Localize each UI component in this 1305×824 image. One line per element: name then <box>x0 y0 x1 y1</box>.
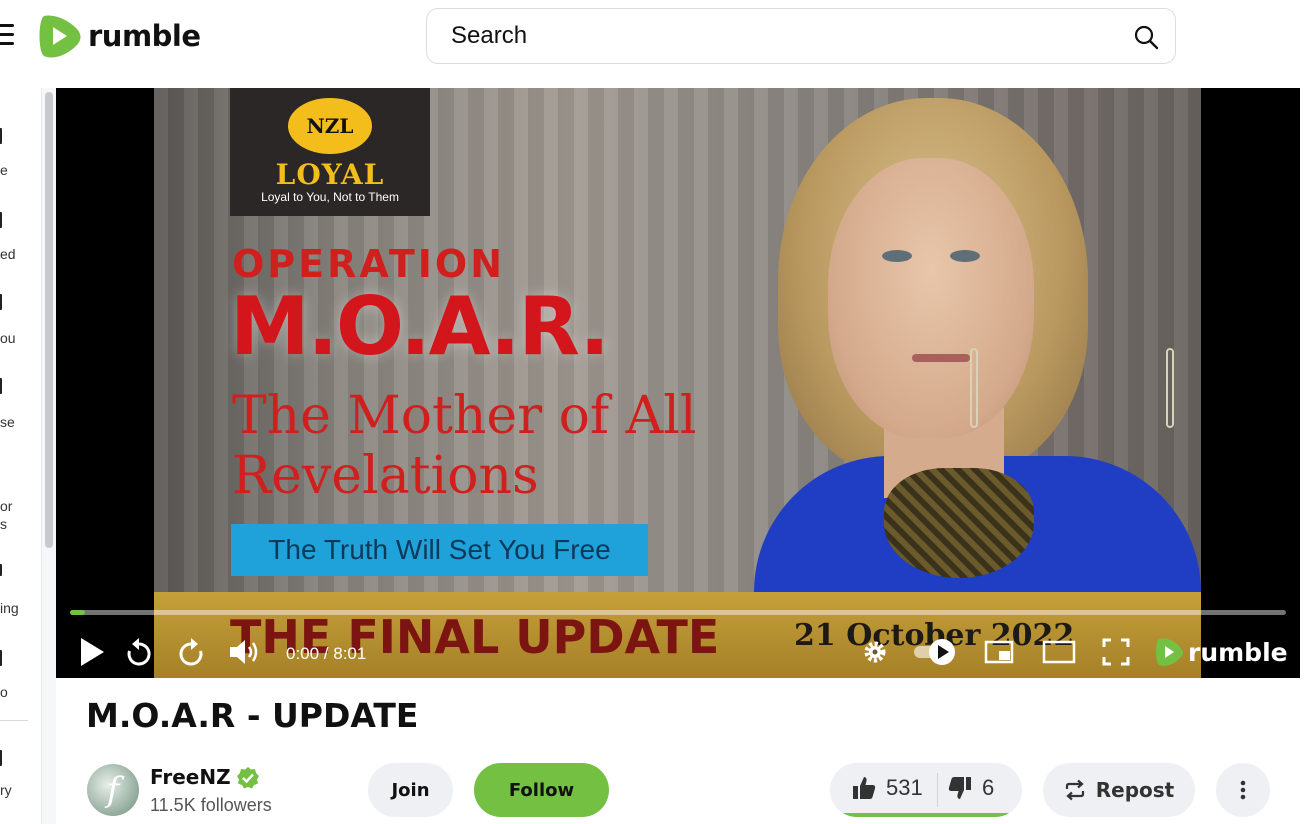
sidebar-item-label: se <box>0 414 15 430</box>
gear-icon[interactable] <box>862 636 888 668</box>
sidebar-scrollbar[interactable] <box>42 88 56 824</box>
sidebar-item-label: ou <box>0 330 16 346</box>
thumbnail-banner: The Truth Will Set You Free <box>231 524 648 576</box>
progress-bar[interactable] <box>70 610 1286 615</box>
like-button[interactable]: 531 <box>852 775 923 801</box>
thumbs-down-icon <box>948 777 971 799</box>
top-header: rumble <box>0 0 1305 88</box>
hamburger-icon[interactable] <box>0 22 14 48</box>
thumbnail-moar: M.O.A.R. <box>230 280 610 373</box>
player-logo-text: rumble <box>1188 637 1288 667</box>
thumbnail-banner-text: The Truth Will Set You Free <box>268 534 611 565</box>
autoplay-toggle-icon[interactable] <box>912 636 958 668</box>
more-vertical-icon <box>1240 780 1246 800</box>
time-display: 0:00 / 8:01 <box>286 644 367 663</box>
sidebar-item-label: s <box>0 516 7 532</box>
vote-group: 531 6 <box>830 763 1022 817</box>
verified-badge-icon <box>237 767 259 789</box>
search-icon[interactable] <box>1133 24 1159 50</box>
for-you-icon <box>0 294 2 310</box>
left-sidebar: e ed ou se or s ing o ry <box>0 88 42 824</box>
video-icon <box>0 650 2 666</box>
search-bar <box>426 8 1176 64</box>
dislike-count: 6 <box>982 775 995 800</box>
loyal-text: LOYAL <box>275 158 385 191</box>
join-button[interactable]: Join <box>368 763 453 817</box>
avatar[interactable]: f <box>87 764 139 816</box>
sidebar-item-label: ry <box>0 782 12 798</box>
repost-button[interactable]: Repost <box>1043 763 1195 817</box>
library-icon <box>0 750 2 766</box>
sidebar-item-label: or <box>0 498 13 514</box>
sidebar-item-label: ed <box>0 246 16 262</box>
search-input[interactable] <box>451 21 1111 51</box>
nzl-oval: NZL <box>288 98 372 154</box>
sidebar-item-label: o <box>0 684 8 700</box>
volume-icon[interactable] <box>228 636 260 668</box>
forward-icon[interactable] <box>178 636 204 668</box>
sidebar-item-label: e <box>0 162 8 178</box>
trending-icon <box>0 564 2 576</box>
repost-label: Repost <box>1095 778 1175 802</box>
rumble-logo-icon <box>39 15 81 58</box>
video-player[interactable]: NZL LOYAL Loyal to You, Not to Them OPER… <box>56 88 1300 678</box>
avatar-letter: f <box>106 770 120 810</box>
video-frame: NZL LOYAL Loyal to You, Not to Them OPER… <box>154 88 1201 678</box>
loyal-tagline: Loyal to You, Not to Them <box>261 190 399 204</box>
logo-text: rumble <box>88 19 201 53</box>
sidebar-divider <box>0 720 28 721</box>
thumbnail-subtitle: The Mother of All Revelations <box>232 386 697 506</box>
sidebar-item-label: ing <box>0 600 19 616</box>
thumbs-up-icon <box>853 777 876 799</box>
like-ratio-bar <box>836 813 1014 817</box>
browse-icon <box>0 378 2 394</box>
rewind-icon[interactable] <box>126 636 152 668</box>
presenter-image <box>754 88 1201 592</box>
repost-icon <box>1065 779 1084 801</box>
like-count: 531 <box>886 775 923 800</box>
play-icon[interactable] <box>78 636 106 668</box>
scrollbar-thumb[interactable] <box>45 92 53 548</box>
nzl-loyal-badge: NZL LOYAL Loyal to You, Not to Them <box>230 88 430 216</box>
video-title: M.O.A.R - UPDATE <box>86 696 419 735</box>
theater-mode-icon[interactable] <box>1042 636 1076 668</box>
player-logo[interactable]: rumble <box>1154 636 1288 668</box>
picture-in-picture-icon[interactable] <box>984 636 1014 668</box>
channel-name[interactable]: FreeNZ <box>150 765 231 789</box>
subscriptions-icon <box>0 212 2 228</box>
rumble-logo-icon <box>1156 638 1183 666</box>
home-icon <box>0 128 2 144</box>
progress-fill <box>70 610 85 615</box>
vote-separator <box>937 773 938 807</box>
fullscreen-icon[interactable] <box>1102 636 1130 668</box>
more-options-button[interactable] <box>1216 763 1270 817</box>
site-logo[interactable]: rumble <box>36 12 201 60</box>
dislike-button[interactable]: 6 <box>948 775 994 801</box>
followers-count: 11.5K followers <box>150 795 272 815</box>
follow-button[interactable]: Follow <box>474 763 609 817</box>
